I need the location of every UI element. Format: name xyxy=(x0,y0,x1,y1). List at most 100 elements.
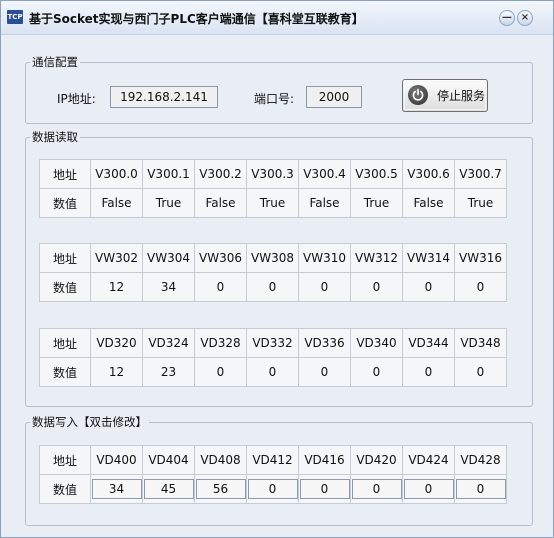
address-cell: VD324 xyxy=(142,328,195,358)
address-cell: VW302 xyxy=(90,243,143,273)
data-read-title: 数据读取 xyxy=(32,130,78,144)
stop-service-label: 停止服务 xyxy=(437,89,486,103)
main-content: 通信配置 IP地址: 192.168.2.141 端口号: 2000 停止服务 … xyxy=(6,36,548,533)
address-row: 地址 V300.0 V300.1 V300.2 V300.3 V300.4 V3… xyxy=(39,159,507,189)
address-cell: V300.7 xyxy=(454,159,507,189)
value-cell: 0 xyxy=(194,357,247,387)
value-cell: False xyxy=(402,188,455,218)
address-row: 地址 VW302 VW304 VW306 VW308 VW310 VW312 V… xyxy=(39,243,507,273)
write-value-field[interactable]: 34 xyxy=(91,479,142,499)
value-header: 数值 xyxy=(39,357,91,387)
address-cell: VD428 xyxy=(454,445,507,475)
address-header: 地址 xyxy=(39,243,91,273)
value-cell: True xyxy=(142,188,195,218)
address-cell: VW316 xyxy=(454,243,507,273)
ip-address-field[interactable]: 192.168.2.141 xyxy=(110,86,218,108)
address-cell: VD340 xyxy=(350,328,403,358)
address-header: 地址 xyxy=(39,159,91,189)
write-cell: 0 xyxy=(454,474,507,504)
comm-config-title: 通信配置 xyxy=(32,55,78,69)
address-row: 地址 VD320 VD324 VD328 VD332 VD336 VD340 V… xyxy=(39,328,507,358)
write-value-field[interactable]: 0 xyxy=(403,479,454,499)
address-cell: VD412 xyxy=(246,445,299,475)
address-cell: VD320 xyxy=(90,328,143,358)
value-cell: 0 xyxy=(298,272,351,302)
write-cell: 0 xyxy=(350,474,403,504)
write-cell: 0 xyxy=(246,474,299,504)
write-value-field[interactable]: 45 xyxy=(143,479,194,499)
read-table-dwords: 地址 VD320 VD324 VD328 VD332 VD336 VD340 V… xyxy=(39,328,507,387)
value-cell: 0 xyxy=(402,272,455,302)
address-cell: VD416 xyxy=(298,445,351,475)
data-write-title: 数据写入【双击修改】 xyxy=(32,415,147,429)
read-table-words: 地址 VW302 VW304 VW306 VW308 VW310 VW312 V… xyxy=(39,243,507,302)
address-cell: VW310 xyxy=(298,243,351,273)
address-cell: VD420 xyxy=(350,445,403,475)
value-cell: 0 xyxy=(194,272,247,302)
value-cell: 12 xyxy=(90,272,143,302)
address-cell: VD408 xyxy=(194,445,247,475)
value-cell: True xyxy=(246,188,299,218)
write-value-field[interactable]: 56 xyxy=(195,479,246,499)
value-cell: True xyxy=(454,188,507,218)
address-cell: V300.6 xyxy=(402,159,455,189)
value-header: 数值 xyxy=(39,474,91,504)
value-cell: 12 xyxy=(90,357,143,387)
address-cell: VW312 xyxy=(350,243,403,273)
close-button[interactable]: × xyxy=(517,10,533,26)
power-icon xyxy=(408,85,428,105)
main-window: TCP 基于Socket实现与西门子PLC客户端通信【喜科堂互联教育】 — × … xyxy=(0,0,554,538)
value-cell: False xyxy=(194,188,247,218)
value-cell: 0 xyxy=(402,357,455,387)
minimize-button[interactable]: — xyxy=(499,10,515,26)
write-value-field[interactable]: 0 xyxy=(455,479,506,499)
value-cell: 0 xyxy=(454,357,507,387)
address-cell: VD404 xyxy=(142,445,195,475)
write-cell: 0 xyxy=(402,474,455,504)
write-cell: 0 xyxy=(298,474,351,504)
address-cell: VD344 xyxy=(402,328,455,358)
write-cell: 34 xyxy=(90,474,143,504)
write-cell: 45 xyxy=(142,474,195,504)
value-cell: 0 xyxy=(246,357,299,387)
write-value-field[interactable]: 0 xyxy=(247,479,298,499)
port-label: 端口号: xyxy=(254,92,295,106)
read-table-bits: 地址 V300.0 V300.1 V300.2 V300.3 V300.4 V3… xyxy=(39,159,507,218)
address-row: 地址 VD400 VD404 VD408 VD412 VD416 VD420 V… xyxy=(39,445,507,475)
write-table: 地址 VD400 VD404 VD408 VD412 VD416 VD420 V… xyxy=(39,445,507,504)
write-value-field[interactable]: 0 xyxy=(351,479,402,499)
address-cell: VD348 xyxy=(454,328,507,358)
address-cell: V300.4 xyxy=(298,159,351,189)
value-cell: False xyxy=(298,188,351,218)
address-cell: V300.2 xyxy=(194,159,247,189)
value-header: 数值 xyxy=(39,272,91,302)
address-header: 地址 xyxy=(39,328,91,358)
write-value-field[interactable]: 0 xyxy=(299,479,350,499)
address-cell: V300.5 xyxy=(350,159,403,189)
address-cell: V300.1 xyxy=(142,159,195,189)
value-cell: 34 xyxy=(142,272,195,302)
title-bar[interactable]: TCP 基于Socket实现与西门子PLC客户端通信【喜科堂互联教育】 — × xyxy=(1,1,553,35)
value-row: 数值 12 23 0 0 0 0 0 0 xyxy=(39,357,507,387)
value-row: 数值 False True False True False True Fals… xyxy=(39,188,507,218)
write-cell: 56 xyxy=(194,474,247,504)
address-cell: VD332 xyxy=(246,328,299,358)
address-cell: VD424 xyxy=(402,445,455,475)
address-header: 地址 xyxy=(39,445,91,475)
address-cell: VW306 xyxy=(194,243,247,273)
value-row: 数值 12 34 0 0 0 0 0 0 xyxy=(39,272,507,302)
ip-label: IP地址: xyxy=(57,92,96,106)
value-cell: 0 xyxy=(454,272,507,302)
value-cell: 0 xyxy=(246,272,299,302)
value-cell: 23 xyxy=(142,357,195,387)
address-cell: VW314 xyxy=(402,243,455,273)
stop-service-button[interactable]: 停止服务 xyxy=(402,79,488,112)
port-field[interactable]: 2000 xyxy=(306,86,362,108)
app-icon: TCP xyxy=(7,10,23,24)
address-cell: VD400 xyxy=(90,445,143,475)
address-cell: VD328 xyxy=(194,328,247,358)
address-cell: V300.3 xyxy=(246,159,299,189)
window-title: 基于Socket实现与西门子PLC客户端通信【喜科堂互联教育】 xyxy=(29,12,364,26)
value-cell: True xyxy=(350,188,403,218)
address-cell: V300.0 xyxy=(90,159,143,189)
